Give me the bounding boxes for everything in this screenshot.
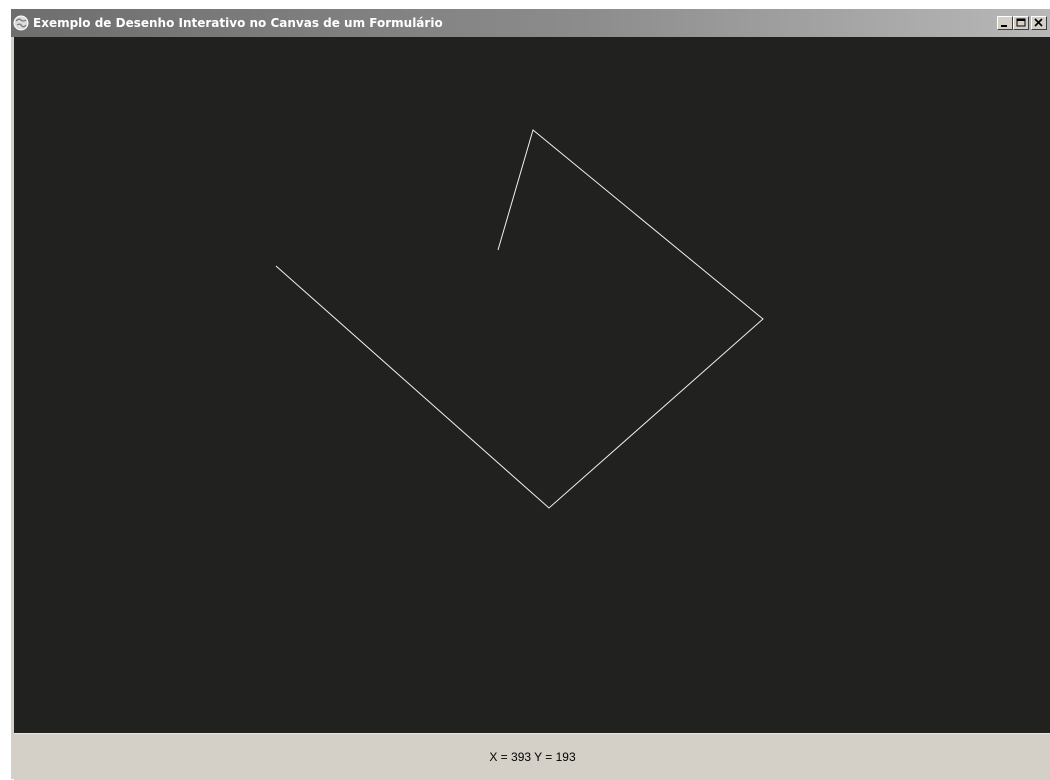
window-title: Exemplo de Desenho Interativo no Canvas … — [33, 16, 443, 30]
title-bar[interactable]: Exemplo de Desenho Interativo no Canvas … — [11, 9, 1050, 37]
maximize-button[interactable] — [1013, 16, 1029, 30]
maximize-icon — [1016, 18, 1026, 27]
app-window: Exemplo de Desenho Interativo no Canvas … — [10, 8, 1050, 780]
drawn-path — [275, 129, 764, 509]
close-button[interactable] — [1031, 16, 1047, 30]
drawing-surface[interactable] — [14, 37, 1050, 733]
globe-icon[interactable] — [13, 15, 29, 31]
drawing-canvas[interactable] — [14, 37, 1050, 733]
minimize-button[interactable] — [997, 16, 1013, 30]
cursor-coordinates: X = 393 Y = 193 — [489, 750, 576, 764]
close-icon — [1034, 18, 1043, 27]
status-panel: X = 393 Y = 193 — [14, 733, 1050, 780]
minimize-icon — [1001, 25, 1007, 27]
